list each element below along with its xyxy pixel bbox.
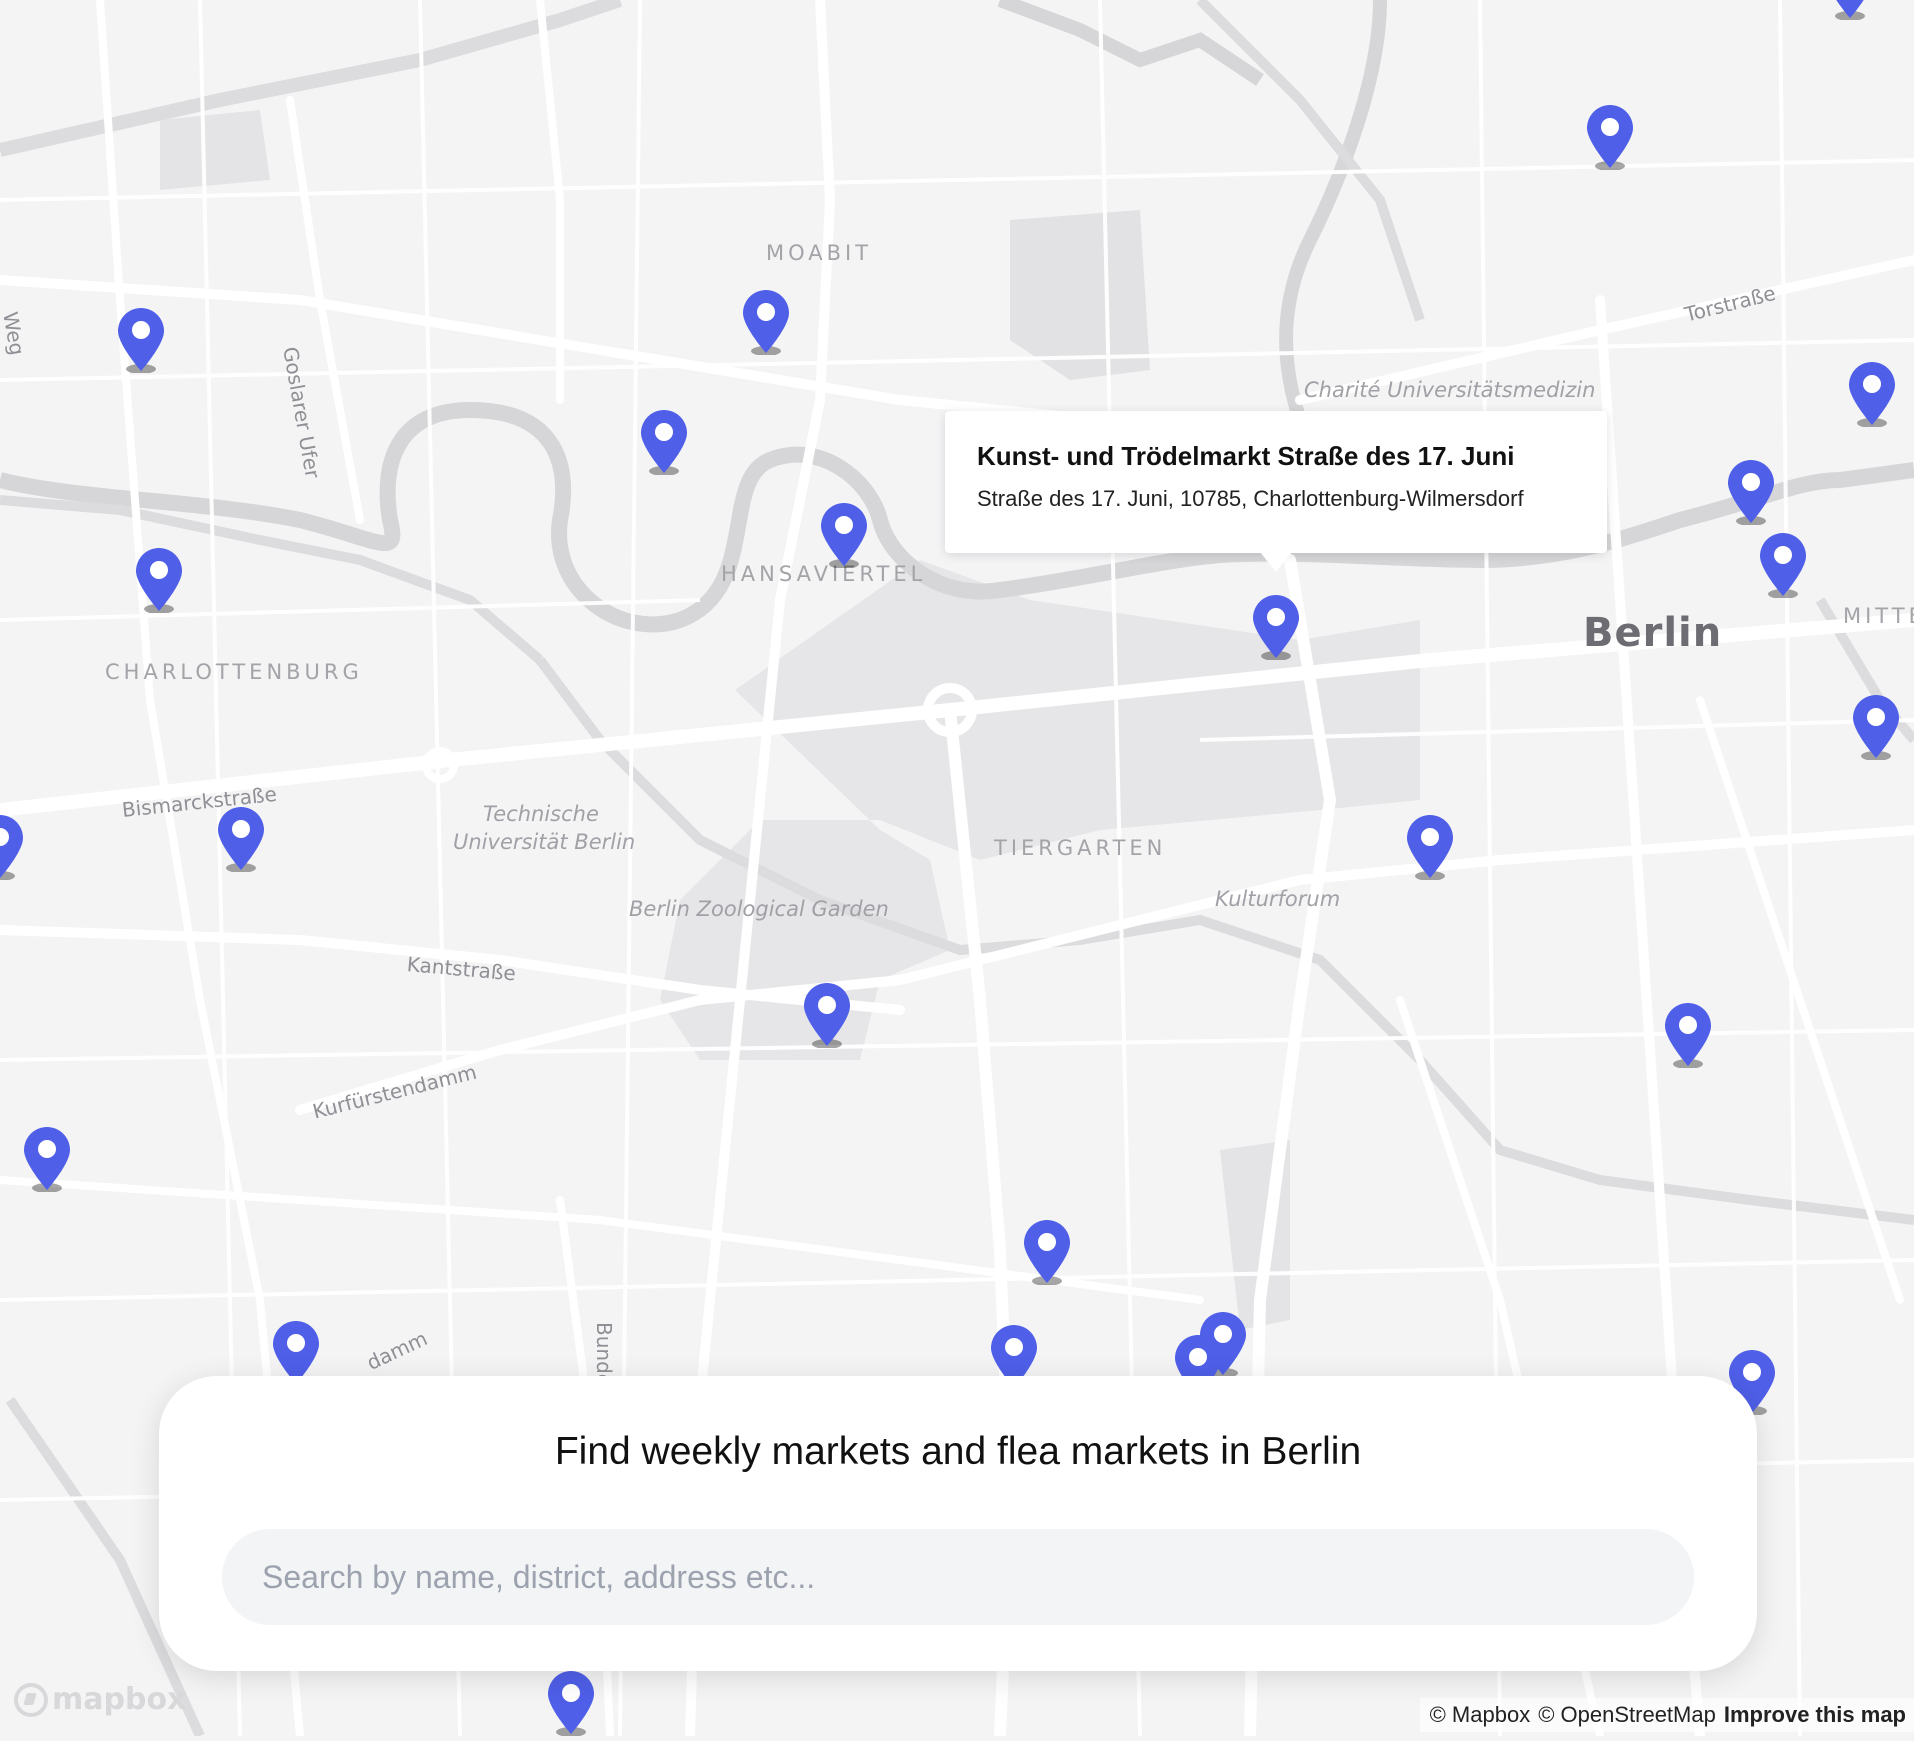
search-input[interactable] bbox=[222, 1529, 1694, 1625]
panel-title: Find weekly markets and flea markets in … bbox=[554, 1430, 1362, 1473]
mapbox-logo[interactable]: mapbox bbox=[14, 1682, 186, 1717]
map-pin-icon[interactable] bbox=[818, 500, 870, 568]
map-pin-icon[interactable] bbox=[215, 804, 267, 872]
map-pin-icon[interactable] bbox=[1725, 457, 1777, 525]
map-pin-icon[interactable] bbox=[1584, 102, 1636, 170]
mapbox-logo-icon bbox=[14, 1682, 48, 1717]
popup-address: Straße des 17. Juni, 10785, Charlottenbu… bbox=[977, 486, 1524, 511]
poi-label-kulturforum: Kulturforum bbox=[1215, 887, 1341, 911]
map-pin-icon[interactable] bbox=[21, 1124, 73, 1192]
market-popup: Kunst- und Trödelmarkt Straße des 17. Ju… bbox=[945, 411, 1607, 553]
map-pin-icon[interactable] bbox=[115, 305, 167, 373]
map-pin-icon[interactable] bbox=[1021, 1217, 1073, 1285]
map-pin-icon[interactable] bbox=[1846, 359, 1898, 427]
map-pin-icon[interactable] bbox=[0, 812, 26, 880]
search-panel: Find weekly markets and flea markets in … bbox=[159, 1376, 1757, 1671]
poi-label-zoo: Berlin Zoological Garden bbox=[629, 897, 889, 921]
map-pin-icon[interactable] bbox=[638, 407, 690, 475]
popup-tip bbox=[1260, 552, 1292, 572]
poi-label-tu-line2: Universität Berlin bbox=[453, 830, 636, 854]
map-pin-icon[interactable] bbox=[1250, 592, 1302, 660]
district-label-charlottenburg: CHARLOTTENBURG bbox=[105, 660, 363, 684]
district-label-mitte: MITTE bbox=[1843, 604, 1914, 628]
map-pin-icon[interactable] bbox=[740, 287, 792, 355]
map-pin-icon[interactable] bbox=[1662, 1000, 1714, 1068]
map-pin-icon[interactable] bbox=[801, 980, 853, 1048]
map-pin-icon[interactable] bbox=[133, 545, 185, 613]
poi-label-tu-line1: Technische bbox=[483, 802, 599, 826]
mapbox-logo-text: mapbox bbox=[52, 1682, 187, 1717]
map-pin-icon[interactable] bbox=[545, 1668, 597, 1736]
poi-label-charite: Charité Universitätsmedizin bbox=[1304, 378, 1596, 402]
improve-map-link[interactable]: Improve this map bbox=[1724, 1702, 1906, 1728]
district-label-moabit: MOABIT bbox=[766, 241, 873, 265]
map-pin-icon[interactable] bbox=[1824, 0, 1876, 20]
attribution-mapbox-link[interactable]: © Mapbox bbox=[1430, 1702, 1531, 1728]
map-pin-icon[interactable] bbox=[1850, 692, 1902, 760]
popup-title: Kunst- und Trödelmarkt Straße des 17. Ju… bbox=[977, 441, 1515, 471]
map-attribution: © Mapbox © OpenStreetMap Improve this ma… bbox=[1419, 1698, 1914, 1732]
map-pin-icon[interactable] bbox=[1404, 812, 1456, 880]
attribution-osm-link[interactable]: © OpenStreetMap bbox=[1538, 1702, 1716, 1728]
city-label-berlin: Berlin bbox=[1583, 610, 1723, 656]
district-label-tiergarten: TIERGARTEN bbox=[994, 836, 1167, 860]
map-pin-icon[interactable] bbox=[1757, 530, 1809, 598]
